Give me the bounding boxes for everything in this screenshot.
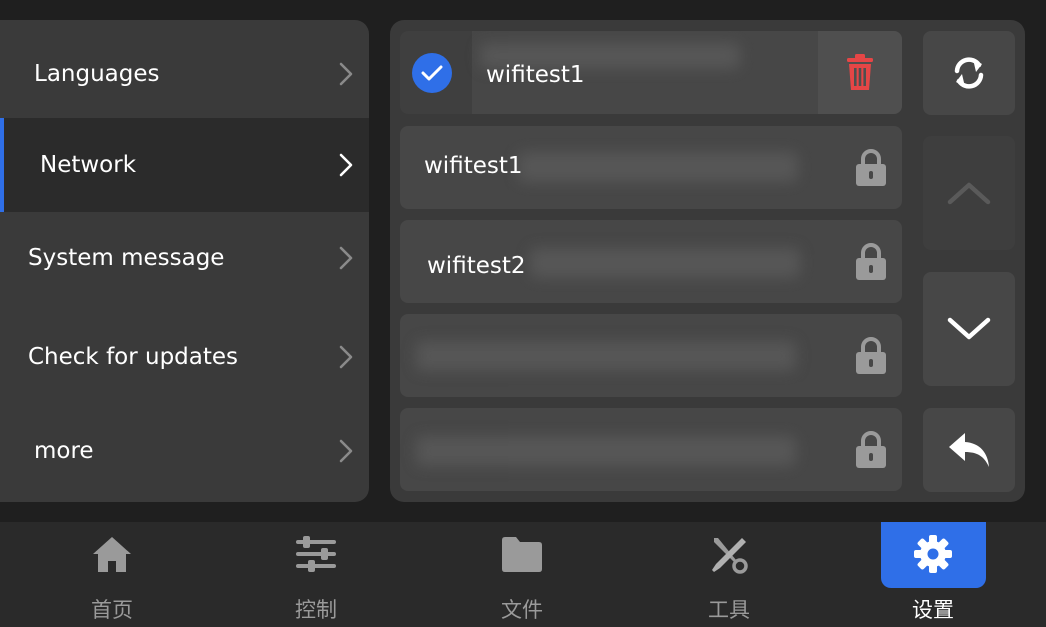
- chevron-down-icon: [947, 317, 991, 340]
- scroll-up-button[interactable]: [923, 136, 1015, 250]
- nav-home[interactable]: 首页: [60, 522, 164, 627]
- gear-icon: [914, 535, 952, 573]
- menu-item-more[interactable]: more: [0, 404, 369, 498]
- refresh-button[interactable]: [923, 31, 1015, 115]
- trash-icon: [847, 53, 873, 90]
- nav-label: 工具: [708, 598, 750, 622]
- blurred-ssid-detail: [518, 152, 798, 182]
- tools-icon: [712, 538, 748, 574]
- menu-item-check-updates[interactable]: Check for updates: [0, 310, 369, 404]
- back-button[interactable]: [923, 408, 1015, 492]
- wifi-name: wifitest1: [486, 62, 585, 88]
- nav-label: 首页: [91, 598, 133, 622]
- connected-check-icon: [412, 52, 452, 93]
- lock-icon: [856, 242, 886, 280]
- menu-item-label: Languages: [34, 61, 160, 87]
- chevron-right-icon: [339, 345, 353, 369]
- wifi-row[interactable]: [400, 314, 902, 397]
- chevron-right-icon: [339, 246, 353, 270]
- sliders-icon: [296, 536, 336, 572]
- nav-tools[interactable]: 工具: [677, 522, 781, 627]
- scroll-down-button[interactable]: [923, 272, 1015, 386]
- lock-icon: [856, 336, 886, 374]
- nav-files[interactable]: 文件: [470, 522, 574, 627]
- chevron-right-icon: [339, 153, 353, 177]
- chevron-up-icon: [947, 182, 991, 205]
- back-arrow-icon: [949, 433, 989, 467]
- menu-item-label: Check for updates: [28, 344, 239, 370]
- home-icon: [93, 537, 131, 572]
- menu-item-languages[interactable]: Languages: [0, 27, 369, 121]
- delete-network-button[interactable]: [818, 31, 902, 114]
- nav-label: 文件: [501, 598, 543, 622]
- chevron-right-icon: [339, 62, 353, 86]
- nav-settings[interactable]: 设置: [881, 522, 985, 627]
- blurred-ssid: [416, 341, 796, 371]
- wifi-row[interactable]: wifitest2: [400, 220, 902, 303]
- nav-control[interactable]: 控制: [264, 522, 368, 627]
- menu-item-label: System message: [28, 245, 225, 271]
- nav-label: 控制: [295, 598, 337, 622]
- settings-menu: Languages Network System message Check f…: [0, 20, 369, 502]
- wifi-name: wifitest2: [427, 253, 526, 279]
- folder-icon: [502, 537, 542, 572]
- wifi-row[interactable]: wifitest1: [400, 126, 902, 209]
- refresh-icon: [954, 57, 984, 89]
- lock-icon: [856, 430, 886, 468]
- chevron-right-icon: [339, 439, 353, 463]
- blurred-ssid-detail: [530, 248, 800, 278]
- nav-label: 设置: [912, 598, 954, 622]
- menu-item-network[interactable]: Network: [0, 118, 369, 212]
- wifi-name: wifitest1: [424, 153, 523, 179]
- blurred-ssid: [416, 436, 796, 466]
- wifi-row[interactable]: [400, 408, 902, 491]
- menu-item-label: more: [34, 438, 94, 464]
- menu-item-system-message[interactable]: System message: [0, 211, 369, 305]
- lock-icon: [856, 148, 886, 186]
- menu-item-label: Network: [40, 152, 137, 178]
- wifi-row-connected[interactable]: wifitest1: [400, 31, 902, 114]
